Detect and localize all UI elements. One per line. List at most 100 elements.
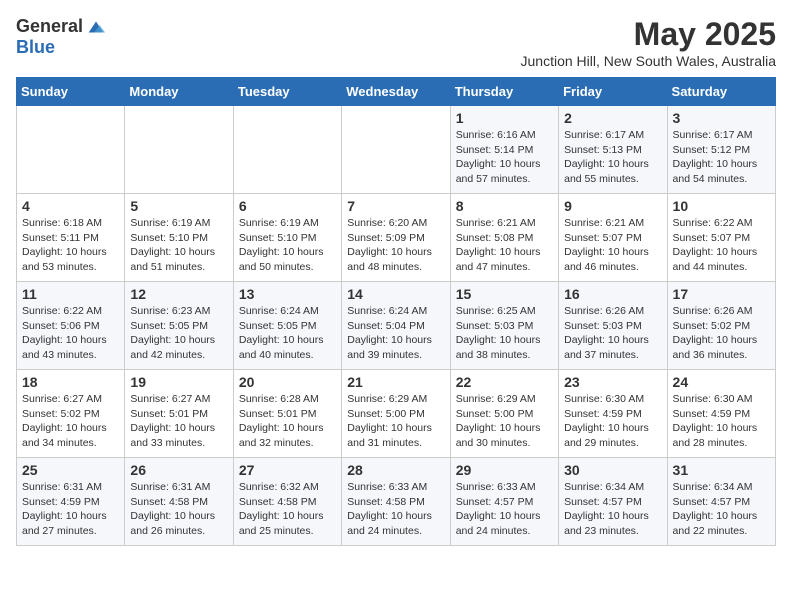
title-block: May 2025 Junction Hill, New South Wales,… [521, 16, 776, 69]
calendar-cell: 3 Sunrise: 6:17 AM Sunset: 5:12 PM Daylig… [667, 106, 775, 194]
calendar-cell: 23 Sunrise: 6:30 AM Sunset: 4:59 PM Dayli… [559, 370, 667, 458]
day-number: 16 [564, 286, 661, 302]
calendar-cell: 4Sunrise: 6:18 AM Sunset: 5:11 PM Daylig… [17, 194, 125, 282]
day-info: Sunrise: 6:26 AM Sunset: 5:02 PM Dayligh… [673, 304, 770, 363]
day-info: Sunrise: 6:23 AM Sunset: 5:05 PM Dayligh… [130, 304, 227, 363]
calendar-cell: 24 Sunrise: 6:30 AM Sunset: 4:59 PM Dayli… [667, 370, 775, 458]
calendar-week-row: 4Sunrise: 6:18 AM Sunset: 5:11 PM Daylig… [17, 194, 776, 282]
day-info: Sunrise: 6:30 AM Sunset: 4:59 PM Dayligh… [564, 392, 661, 451]
day-info: Sunrise: 6:29 AM Sunset: 5:00 PM Dayligh… [347, 392, 444, 451]
calendar-header-row: SundayMondayTuesdayWednesdayThursdayFrid… [17, 78, 776, 106]
day-number: 15 [456, 286, 553, 302]
calendar-cell: 17 Sunrise: 6:26 AM Sunset: 5:02 PM Dayli… [667, 282, 775, 370]
day-info: Sunrise: 6:24 AM Sunset: 5:05 PM Dayligh… [239, 304, 336, 363]
day-number: 29 [456, 462, 553, 478]
calendar-cell: 29 Sunrise: 6:33 AM Sunset: 4:57 PM Dayli… [450, 458, 558, 546]
day-info: Sunrise: 6:34 AM Sunset: 4:57 PM Dayligh… [673, 480, 770, 539]
day-info: Sunrise: 6:18 AM Sunset: 5:11 PM Dayligh… [22, 216, 119, 275]
day-info: Sunrise: 6:28 AM Sunset: 5:01 PM Dayligh… [239, 392, 336, 451]
day-info: Sunrise: 6:32 AM Sunset: 4:58 PM Dayligh… [239, 480, 336, 539]
day-number: 6 [239, 198, 336, 214]
day-header-wednesday: Wednesday [342, 78, 450, 106]
calendar-cell: 19 Sunrise: 6:27 AM Sunset: 5:01 PM Dayli… [125, 370, 233, 458]
day-info: Sunrise: 6:20 AM Sunset: 5:09 PM Dayligh… [347, 216, 444, 275]
calendar-cell: 5Sunrise: 6:19 AM Sunset: 5:10 PM Daylig… [125, 194, 233, 282]
calendar-table: SundayMondayTuesdayWednesdayThursdayFrid… [16, 77, 776, 546]
day-number: 22 [456, 374, 553, 390]
day-number: 7 [347, 198, 444, 214]
day-number: 5 [130, 198, 227, 214]
day-number: 27 [239, 462, 336, 478]
day-number: 26 [130, 462, 227, 478]
calendar-cell: 9Sunrise: 6:21 AM Sunset: 5:07 PM Daylig… [559, 194, 667, 282]
day-number: 31 [673, 462, 770, 478]
calendar-cell: 22 Sunrise: 6:29 AM Sunset: 5:00 PM Dayli… [450, 370, 558, 458]
calendar-cell: 7 Sunrise: 6:20 AM Sunset: 5:09 PM Daylig… [342, 194, 450, 282]
calendar-cell: 26Sunrise: 6:31 AM Sunset: 4:58 PM Dayli… [125, 458, 233, 546]
calendar-cell: 20 Sunrise: 6:28 AM Sunset: 5:01 PM Dayli… [233, 370, 341, 458]
day-header-tuesday: Tuesday [233, 78, 341, 106]
day-number: 17 [673, 286, 770, 302]
calendar-cell: 25 Sunrise: 6:31 AM Sunset: 4:59 PM Dayli… [17, 458, 125, 546]
day-number: 12 [130, 286, 227, 302]
day-info: Sunrise: 6:22 AM Sunset: 5:07 PM Dayligh… [673, 216, 770, 275]
day-number: 18 [22, 374, 119, 390]
calendar-cell: 2 Sunrise: 6:17 AM Sunset: 5:13 PM Daylig… [559, 106, 667, 194]
day-info: Sunrise: 6:34 AM Sunset: 4:57 PM Dayligh… [564, 480, 661, 539]
day-number: 20 [239, 374, 336, 390]
day-number: 13 [239, 286, 336, 302]
day-info: Sunrise: 6:16 AM Sunset: 5:14 PM Dayligh… [456, 128, 553, 187]
day-header-thursday: Thursday [450, 78, 558, 106]
day-info: Sunrise: 6:31 AM Sunset: 4:59 PM Dayligh… [22, 480, 119, 539]
day-number: 23 [564, 374, 661, 390]
day-info: Sunrise: 6:17 AM Sunset: 5:12 PM Dayligh… [673, 128, 770, 187]
day-info: Sunrise: 6:33 AM Sunset: 4:57 PM Dayligh… [456, 480, 553, 539]
calendar-cell: 15 Sunrise: 6:25 AM Sunset: 5:03 PM Dayli… [450, 282, 558, 370]
day-info: Sunrise: 6:19 AM Sunset: 5:10 PM Dayligh… [239, 216, 336, 275]
day-number: 3 [673, 110, 770, 126]
day-info: Sunrise: 6:22 AM Sunset: 5:06 PM Dayligh… [22, 304, 119, 363]
day-info: Sunrise: 6:25 AM Sunset: 5:03 PM Dayligh… [456, 304, 553, 363]
calendar-week-row: 1 Sunrise: 6:16 AM Sunset: 5:14 PM Daylig… [17, 106, 776, 194]
day-info: Sunrise: 6:27 AM Sunset: 5:01 PM Dayligh… [130, 392, 227, 451]
day-number: 8 [456, 198, 553, 214]
day-info: Sunrise: 6:24 AM Sunset: 5:04 PM Dayligh… [347, 304, 444, 363]
day-info: Sunrise: 6:33 AM Sunset: 4:58 PM Dayligh… [347, 480, 444, 539]
day-number: 19 [130, 374, 227, 390]
page-header: General Blue May 2025 Junction Hill, New… [16, 16, 776, 69]
day-header-monday: Monday [125, 78, 233, 106]
day-number: 24 [673, 374, 770, 390]
day-info: Sunrise: 6:29 AM Sunset: 5:00 PM Dayligh… [456, 392, 553, 451]
day-header-friday: Friday [559, 78, 667, 106]
calendar-cell: 18 Sunrise: 6:27 AM Sunset: 5:02 PM Dayli… [17, 370, 125, 458]
calendar-cell: 10 Sunrise: 6:22 AM Sunset: 5:07 PM Dayli… [667, 194, 775, 282]
calendar-cell: 12 Sunrise: 6:23 AM Sunset: 5:05 PM Dayli… [125, 282, 233, 370]
day-number: 25 [22, 462, 119, 478]
day-number: 1 [456, 110, 553, 126]
calendar-cell: 6 Sunrise: 6:19 AM Sunset: 5:10 PM Daylig… [233, 194, 341, 282]
calendar-cell [125, 106, 233, 194]
calendar-week-row: 11 Sunrise: 6:22 AM Sunset: 5:06 PM Dayli… [17, 282, 776, 370]
day-number: 10 [673, 198, 770, 214]
calendar-cell: 11 Sunrise: 6:22 AM Sunset: 5:06 PM Dayli… [17, 282, 125, 370]
month-title: May 2025 [521, 16, 776, 53]
day-number: 2 [564, 110, 661, 126]
calendar-cell [17, 106, 125, 194]
logo-blue-text: Blue [16, 38, 107, 58]
day-number: 21 [347, 374, 444, 390]
logo-icon [85, 16, 107, 38]
calendar-cell: 14 Sunrise: 6:24 AM Sunset: 5:04 PM Dayli… [342, 282, 450, 370]
calendar-week-row: 18 Sunrise: 6:27 AM Sunset: 5:02 PM Dayli… [17, 370, 776, 458]
calendar-cell: 27 Sunrise: 6:32 AM Sunset: 4:58 PM Dayli… [233, 458, 341, 546]
location: Junction Hill, New South Wales, Australi… [521, 53, 776, 69]
calendar-cell: 30Sunrise: 6:34 AM Sunset: 4:57 PM Dayli… [559, 458, 667, 546]
day-info: Sunrise: 6:17 AM Sunset: 5:13 PM Dayligh… [564, 128, 661, 187]
day-number: 9 [564, 198, 661, 214]
calendar-cell: 21 Sunrise: 6:29 AM Sunset: 5:00 PM Dayli… [342, 370, 450, 458]
day-info: Sunrise: 6:27 AM Sunset: 5:02 PM Dayligh… [22, 392, 119, 451]
calendar-cell: 31 Sunrise: 6:34 AM Sunset: 4:57 PM Dayli… [667, 458, 775, 546]
day-number: 14 [347, 286, 444, 302]
day-info: Sunrise: 6:26 AM Sunset: 5:03 PM Dayligh… [564, 304, 661, 363]
day-number: 11 [22, 286, 119, 302]
day-info: Sunrise: 6:30 AM Sunset: 4:59 PM Dayligh… [673, 392, 770, 451]
